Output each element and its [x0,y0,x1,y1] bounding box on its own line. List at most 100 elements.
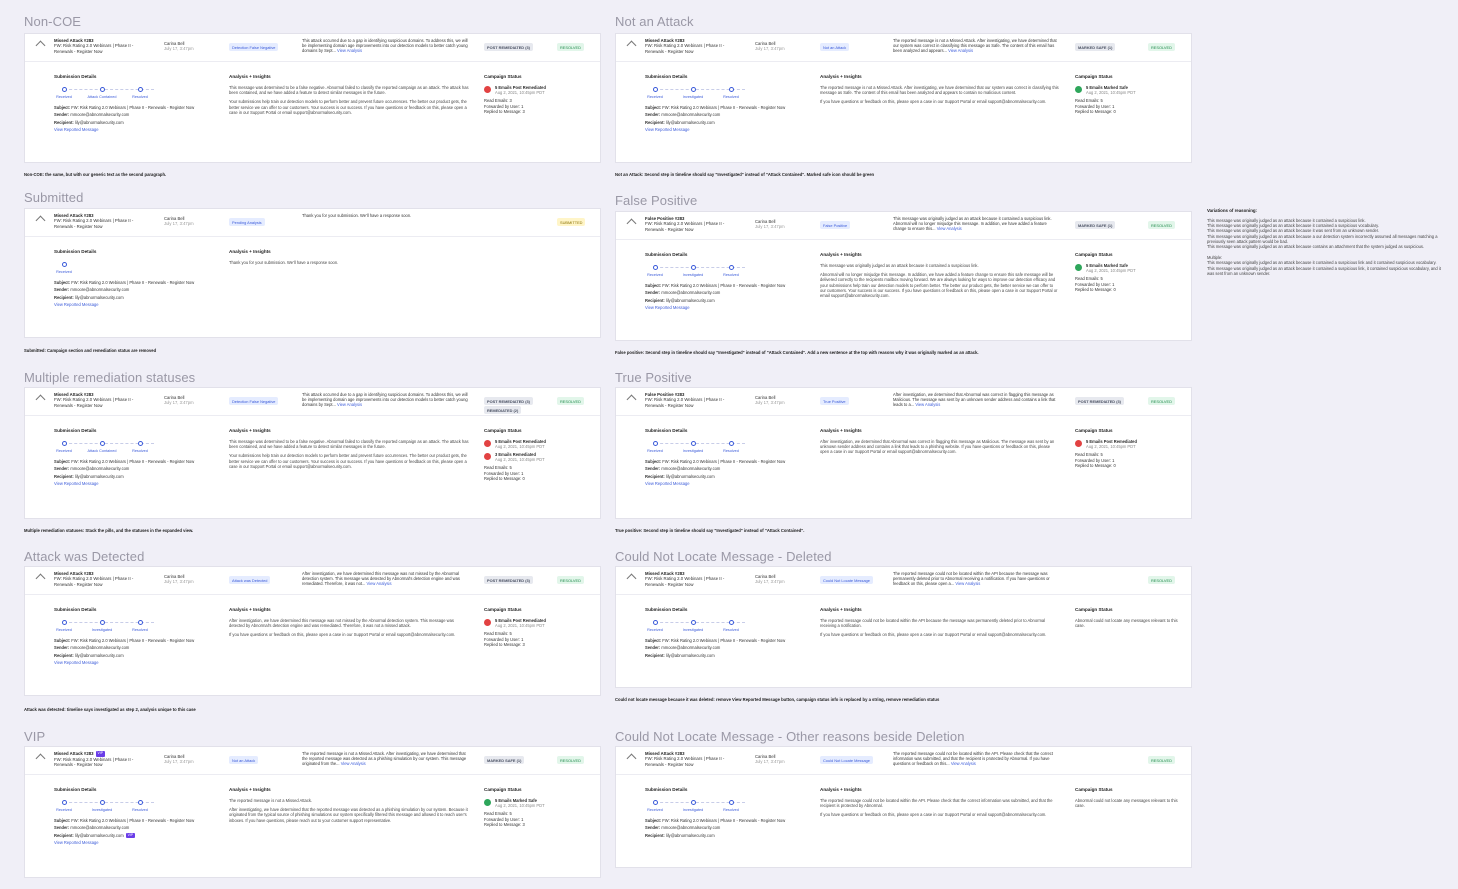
case-id: Missed Attack #283 [645,751,685,756]
card-header[interactable]: Missed Attack #283 FW: Risk Rating 2.0 We… [25,34,600,62]
timeline-step: Received [638,85,672,99]
analysis-paragraph: The reported message could not be locate… [820,618,1046,629]
chevron-up-icon[interactable] [626,573,637,584]
message-card[interactable]: False Positive #283 FW: Risk Rating 2.0 W… [615,387,1192,519]
view-reported-message-link[interactable]: View Reported Message [645,127,815,132]
view-reported-message-link[interactable]: View Reported Message [54,840,224,845]
message-card[interactable]: Missed Attack #283 FW: Risk Rating 2.0 We… [615,746,1192,868]
step-label: Resolved [132,449,148,453]
view-reported-message-link[interactable]: View Reported Message [645,305,815,310]
chevron-up-icon[interactable] [35,394,46,405]
card-header[interactable]: Missed Attack #283 VIP FW: Risk Rating 2.0… [25,747,600,775]
card-header[interactable]: Missed Attack #283 FW: Risk Rating 2.0 We… [25,567,600,595]
view-analysis-link[interactable]: View Analysis [948,48,973,53]
campaign-status: Campaign Status 5 Emails Marked Safe Aug 2… [1075,74,1185,115]
chevron-up-icon[interactable] [35,573,46,584]
status-pill: RESOLVED [1148,397,1175,405]
card-header[interactable]: Missed Attack #283 FW: Risk Rating 2.0 We… [616,747,1191,775]
timeline-step: Resolved [123,85,157,99]
card-header[interactable]: Missed Attack #283 FW: Risk Rating 2.0 We… [616,34,1191,62]
view-analysis-link[interactable]: View Analysis [915,402,940,407]
sender-label: Sender: [54,645,71,651]
chevron-up-icon[interactable] [626,218,637,229]
step-dot-icon [728,800,734,805]
recipient-label: Recipient: [54,473,75,479]
case-id: Missed Attack #283 [54,213,94,218]
reasoning-line: This message was originally judged as an… [1207,244,1425,250]
step-dot-icon [137,441,143,446]
analysis-insights-label: Analysis + Insights [229,607,271,612]
chevron-up-icon[interactable] [626,394,637,405]
card-header[interactable]: False Positive #283 FW: Risk Rating 2.0 W… [616,212,1191,240]
replied-to-message: Replied to Message: 3 [484,109,525,115]
view-reported-message-link[interactable]: View Reported Message [54,481,224,486]
view-analysis-link[interactable]: View Analysis [337,48,362,53]
chevron-up-icon[interactable] [626,40,637,51]
submission-details: Submission Details Received Investigated Re… [645,74,815,132]
message-card[interactable]: Missed Attack #283 FW: Risk Rating 2.0 We… [615,566,1192,688]
campaign-date: Aug 2, 2021, 10:45pm PDT [495,803,545,808]
timeline: Received [54,260,164,278]
card-header[interactable]: Missed Attack #283 FW: Risk Rating 2.0 We… [25,209,600,237]
message-card[interactable]: Missed Attack #283 FW: Risk Rating 2.0 We… [24,387,601,519]
message-card[interactable]: Missed Attack #283 FW: Risk Rating 2.0 We… [24,566,601,696]
sender-block: Carina Bell July 17, 3:47pm [755,41,785,51]
subject-line: Renewals - Register Now [54,761,103,767]
message-card[interactable]: Missed Attack #283 FW: Risk Rating 2.0 We… [24,208,601,338]
replied-to-message: Replied to Message: 0 [1075,463,1116,469]
sender-block: Carina Bell July 17, 3:47pm [164,216,194,226]
chevron-up-icon[interactable] [35,753,46,764]
subject-line: Renewals - Register Now [54,581,103,587]
step-dot-icon [690,800,696,805]
view-analysis-link[interactable]: View Analysis [937,226,962,231]
sender-label: Sender: [645,466,662,472]
sender-label: Sender: [645,112,662,118]
analysis-paragraph: Abnormal will no longer misjudge this me… [820,272,1058,299]
analysis-pill: Detection False Negative [229,43,279,51]
campaign-status-label: Campaign Status [1075,252,1113,257]
subject-block: Missed Attack #283 FW: Risk Rating 2.0 We… [54,392,162,408]
case-id: Missed Attack #283 [54,38,94,43]
view-reported-message-link[interactable]: View Reported Message [54,127,224,132]
chevron-up-icon[interactable] [35,40,46,51]
section-title: False Positive [615,193,698,208]
card-header[interactable]: False Positive #283 FW: Risk Rating 2.0 W… [616,388,1191,416]
vip-badge: VIP [125,833,136,839]
analysis-insights: Analysis + Insights The reported message … [820,74,1060,109]
recipient-row: Recipient: lily@abnormalsecurity.com [645,832,715,838]
message-card[interactable]: Missed Attack #283 VIP FW: Risk Rating 2.0… [24,746,601,878]
recipient-label: Recipient: [54,294,75,300]
view-reported-message-link[interactable]: View Reported Message [54,660,224,665]
subject-line: Renewals - Register Now [645,226,694,232]
analysis-paragraph: After investigation, we have determined … [229,618,454,629]
timeline: Received Investigated Resolved [645,263,755,281]
view-analysis-link[interactable]: View Analysis [341,761,366,766]
sender-row: Sender: mmoore@abnormalsecurity.com [54,466,130,472]
view-reported-message-link[interactable]: View Reported Message [54,302,224,307]
recipient-row: Recipient: lily@abnormalsecurity.com [645,652,715,658]
view-analysis-link[interactable]: View Analysis [955,581,980,586]
view-analysis-link[interactable]: View Analysis [367,581,392,586]
view-analysis-link[interactable]: View Analysis [337,402,362,407]
view-analysis-link[interactable]: View Analysis [951,761,976,766]
sender-block: Carina Bell July 17, 3:47pm [164,754,194,764]
message-card[interactable]: Missed Attack #283 FW: Risk Rating 2.0 We… [615,33,1192,163]
chevron-up-icon[interactable] [35,215,46,226]
card-header[interactable]: Missed Attack #283 FW: Risk Rating 2.0 We… [25,388,600,416]
timeline-step: Received [638,618,672,632]
message-card[interactable]: False Positive #283 FW: Risk Rating 2.0 W… [615,211,1192,341]
analysis-paragraph: The reported message is not a Missed Att… [229,798,313,803]
status-pill: RESOLVED [557,756,584,764]
chevron-up-icon[interactable] [626,753,637,764]
view-reported-message-link[interactable]: View Reported Message [645,481,815,486]
step-dot-icon [61,800,67,805]
message-card[interactable]: Missed Attack #283 FW: Risk Rating 2.0 We… [24,33,601,163]
analysis-insights-label: Analysis + Insights [820,787,862,792]
submission-details: Submission Details Received Subject: FW: R… [54,249,224,307]
timeline-step: Investigated [676,798,710,812]
card-header[interactable]: Missed Attack #283 FW: Risk Rating 2.0 We… [616,567,1191,595]
analysis-insights-label: Analysis + Insights [820,74,862,79]
subject-label: Subject: [54,638,72,643]
campaign-info: 5 Emails Marked Safe Aug 2, 2021, 10:45pm… [1086,263,1136,273]
annotation-note: True positive: Second step in timeline s… [615,528,805,533]
